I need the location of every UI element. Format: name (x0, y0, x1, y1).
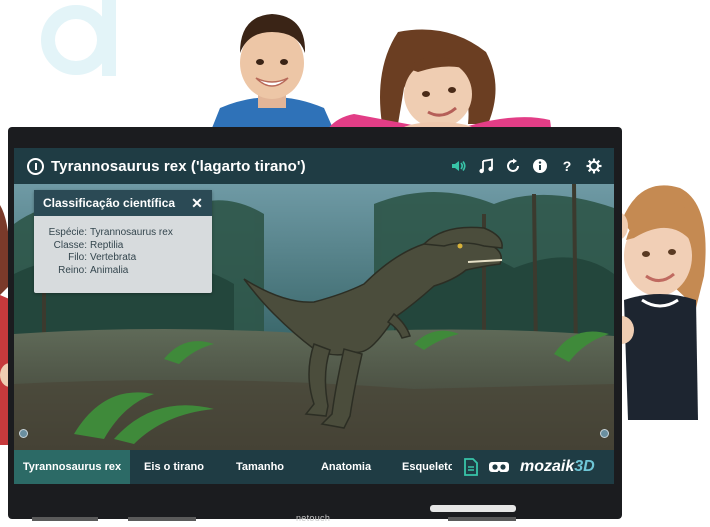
settings-icon[interactable] (586, 158, 602, 174)
classification-popup: Classificação científica ✕ Espécie: Tyra… (34, 190, 212, 293)
row-label: Reino: (58, 264, 87, 276)
tab-tyrannosaurus-rex[interactable]: Tyrannosaurus rex (14, 450, 130, 484)
close-icon[interactable]: ✕ (190, 196, 204, 210)
stylus-pen (430, 505, 516, 512)
page-title: Tyrannosaurus rex ('lagarto tirano') (51, 157, 306, 175)
decorative-letter-graphic (41, 0, 116, 76)
classification-row-class: Classe: Reptilia (34, 240, 212, 253)
classification-row-species: Espécie: Tyrannosaurus rex (34, 227, 212, 240)
row-value: Tyrannosaurus rex (90, 227, 173, 238)
row-value: Vertebrata (90, 252, 137, 263)
brand-suffix: 3D (574, 458, 595, 475)
row-value: Reptilia (90, 239, 124, 251)
scene-left-handle[interactable] (19, 429, 28, 438)
popup-header: Classificação científica ✕ (34, 190, 212, 216)
tab-tamanho[interactable]: Tamanho (218, 450, 302, 484)
bezel-speaker-right (448, 517, 516, 521)
classification-row-kingdom: Reino: Animalia (34, 265, 212, 278)
bezel-logo: netouch (296, 513, 331, 523)
popup-title: Classificação científica (43, 196, 176, 210)
row-label: Filo: (68, 252, 87, 263)
info-circle-icon[interactable] (27, 157, 44, 175)
document-icon[interactable] (464, 458, 478, 476)
classification-row-phylum: Filo: Vertebrata (34, 252, 212, 265)
bezel-speaker-left (128, 517, 196, 521)
row-value: Animalia (90, 264, 129, 276)
scene-right-handle[interactable] (600, 429, 609, 438)
scene-tab-bar: Tyrannosaurus rex Eis o tirano Tamanho A… (14, 450, 614, 484)
help-icon[interactable]: ? (559, 158, 575, 174)
brand-logo: mozaik3D (520, 458, 595, 476)
bezel-buttons (32, 517, 98, 521)
sound-icon[interactable] (451, 158, 467, 174)
info-icon[interactable] (532, 158, 548, 174)
child-boy-image (210, 14, 335, 133)
row-label: Classe: (53, 239, 87, 251)
tabbar-actions: mozaik3D (452, 450, 614, 484)
popup-body: Espécie: Tyrannosaurus rex Classe: Repti… (34, 216, 212, 277)
toolbar: ? (451, 148, 602, 184)
vr-headset-icon[interactable] (488, 460, 510, 474)
brand-name: mozaik (520, 458, 575, 475)
music-icon[interactable] (478, 158, 494, 174)
app-title-bar: Tyrannosaurus rex ('lagarto tirano') ? (14, 148, 614, 184)
tab-anatomia[interactable]: Anatomia (302, 450, 390, 484)
reset-icon[interactable] (505, 158, 521, 174)
tab-eis-o-tirano[interactable]: Eis o tirano (130, 450, 218, 484)
promo-stage: Tyrannosaurus rex ('lagarto tirano') ? C… (0, 0, 710, 527)
row-label: Espécie: (48, 227, 87, 238)
